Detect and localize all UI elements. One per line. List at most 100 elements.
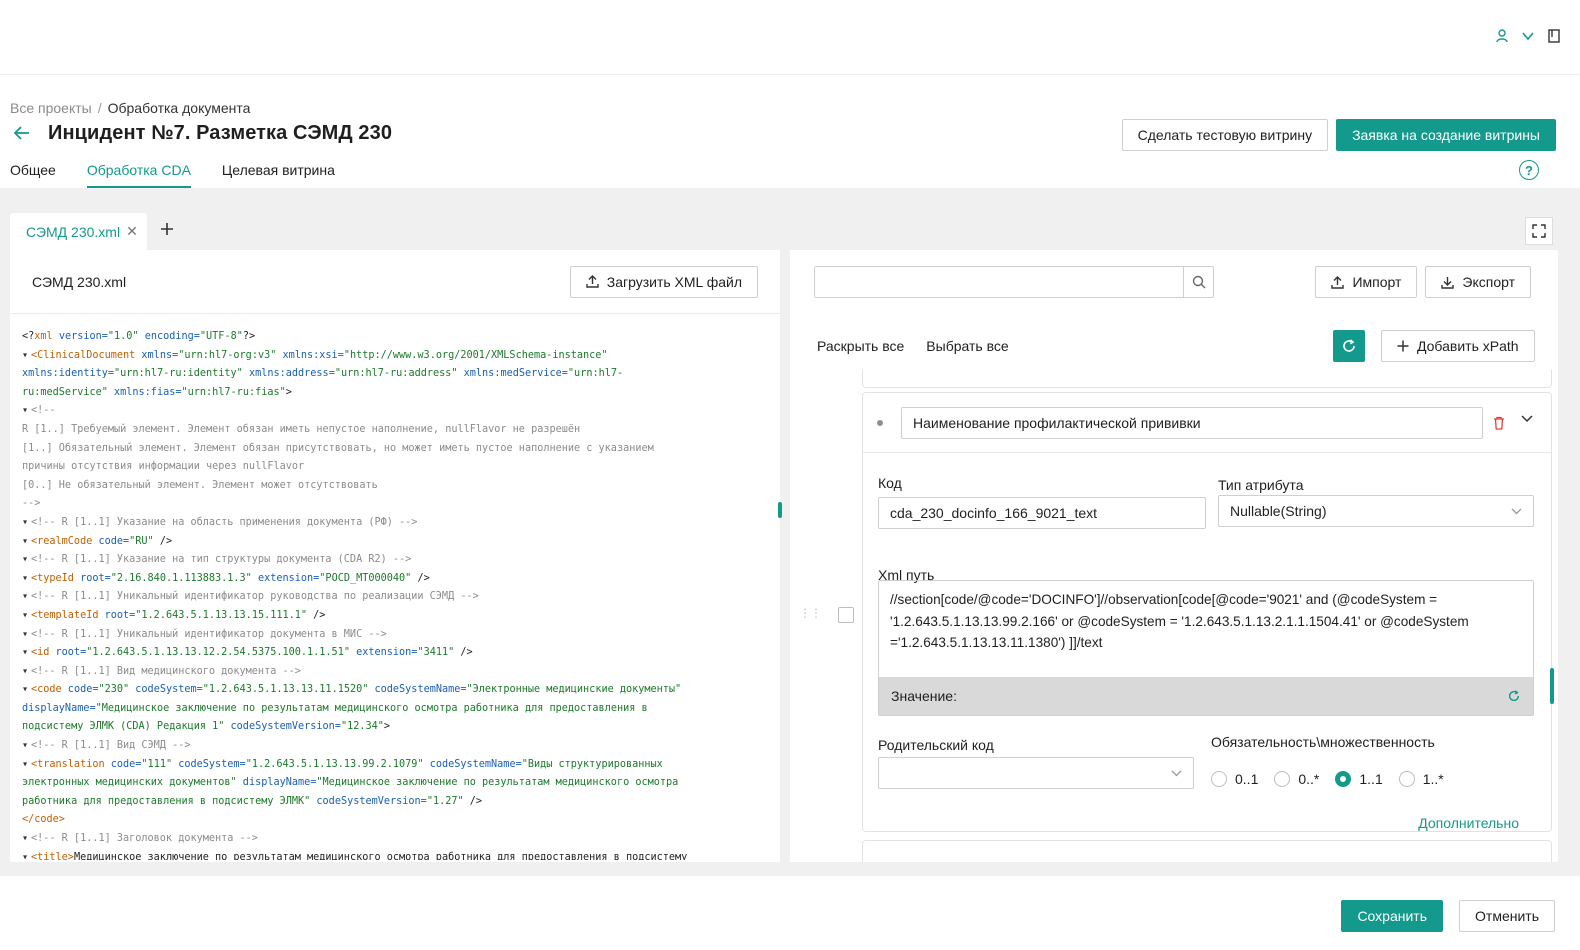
multiplicity-radio-group: 0..1 0..* 1..1 1..* <box>1211 771 1444 787</box>
xml-token: displayName= <box>236 777 317 789</box>
xml-token: </code> <box>22 814 65 826</box>
xml-token: ru:medService" <box>22 386 108 398</box>
xml-token: /> <box>454 647 473 659</box>
radio-1-1[interactable]: 1..1 <box>1335 771 1383 787</box>
xml-token: extension= <box>251 572 320 584</box>
xml-token: <realmCode <box>31 535 93 547</box>
xpath-name-input[interactable]: Наименование профилактической прививки <box>901 406 1483 439</box>
xml-code-line: ▾ <!-- R [1..1] Уникальный идентификатор … <box>22 626 762 645</box>
collapse-toggle-icon[interactable]: ▾ <box>22 849 31 860</box>
chevron-down-icon[interactable] <box>1520 28 1536 44</box>
breadcrumb-root-link[interactable]: Все проекты <box>10 100 92 116</box>
xml-code-line: ▾ <title>Медицинское заключение по резуль… <box>22 849 762 860</box>
collapse-toggle-icon[interactable]: ▾ <box>22 570 31 589</box>
xml-token: /> <box>463 795 483 807</box>
collapse-toggle-icon[interactable]: ▾ <box>22 514 31 533</box>
collapse-toggle-icon[interactable]: ▾ <box>22 551 31 570</box>
import-button[interactable]: Импорт <box>1315 266 1418 298</box>
collapse-toggle-icon[interactable]: ▾ <box>22 402 31 421</box>
request-showcase-button[interactable]: Заявка на создание витрины <box>1336 119 1556 151</box>
select-all-link[interactable]: Выбрать все <box>926 338 1008 354</box>
radio-0-many[interactable]: 0..* <box>1274 771 1319 787</box>
collapse-toggle-icon[interactable]: ▾ <box>22 626 31 645</box>
xml-panel: СЭМД 230.xml Загрузить XML файл <?xml ve… <box>10 250 780 862</box>
attribute-type-select[interactable]: Nullable(String) <box>1218 495 1534 527</box>
radio-0-1[interactable]: 0..1 <box>1211 771 1258 787</box>
collapse-toggle-icon[interactable]: ▾ <box>22 681 31 700</box>
export-button[interactable]: Экспорт <box>1425 266 1531 298</box>
drag-handle-icon[interactable]: ⋮⋮ <box>799 606 822 620</box>
row-checkbox[interactable] <box>838 607 854 623</box>
collapse-toggle-icon[interactable]: ▾ <box>22 830 31 849</box>
xpath-card: Наименование профилактической прививки К… <box>862 392 1552 832</box>
breadcrumb: Все проекты / Обработка документа <box>10 100 250 116</box>
xml-token: "urn:hl7-org:v3" <box>178 349 277 361</box>
tab-general[interactable]: Общее <box>10 162 56 188</box>
export-label: Экспорт <box>1462 274 1515 290</box>
xml-token: /> <box>411 572 430 584</box>
xpath-scrollbar[interactable] <box>1550 668 1554 704</box>
user-icon[interactable] <box>1494 28 1510 44</box>
page-tabs: Общее Обработка CDA Целевая витрина <box>10 162 335 188</box>
xml-code-line: <?xml version="1.0" encoding="UTF-8"?> <box>22 328 762 347</box>
trash-icon[interactable] <box>1493 416 1505 430</box>
xml-code-line: --> <box>22 495 762 514</box>
upload-xml-button[interactable]: Загрузить XML файл <box>569 265 758 298</box>
collapse-toggle-icon[interactable]: ▾ <box>22 607 31 626</box>
xml-token: <!-- R [1..1] Уникальный идентификатор р… <box>31 591 479 603</box>
xml-token: codeSystem= <box>172 758 246 770</box>
collapse-toggle-icon[interactable]: ▾ <box>22 588 31 607</box>
xml-token: <title> <box>31 851 74 860</box>
file-tab[interactable]: СЭМД 230.xml ✕ <box>10 213 147 250</box>
xml-token: "1.27" <box>426 795 464 807</box>
collapse-toggle-icon[interactable]: ▾ <box>22 347 31 366</box>
xml-token: "UTF-8" <box>199 331 243 342</box>
collapse-toggle-icon[interactable]: ▾ <box>22 533 31 552</box>
previous-xpath-card <box>862 370 1552 388</box>
parent-code-select[interactable] <box>878 757 1194 789</box>
search-box <box>814 266 1214 298</box>
collapse-toggle-icon[interactable]: ▾ <box>22 737 31 756</box>
test-showcase-button[interactable]: Сделать тестовую витрину <box>1121 119 1329 151</box>
add-tab-icon[interactable] <box>160 219 174 242</box>
radio-label: 0..1 <box>1235 771 1259 787</box>
cancel-button[interactable]: Отменить <box>1459 900 1555 932</box>
refresh-button[interactable] <box>1333 330 1365 362</box>
refresh-icon[interactable] <box>1507 689 1521 703</box>
search-icon[interactable] <box>1183 267 1213 297</box>
xml-path-input[interactable]: //section[code/@code='DOCINFO']//observa… <box>879 581 1533 677</box>
xml-token: "3411" <box>417 647 455 659</box>
xml-code-line: работника для предоставления в подсистем… <box>22 793 762 812</box>
collapse-toggle-icon[interactable]: ▾ <box>22 644 31 663</box>
code-input[interactable]: cda_230_docinfo_166_9021_text <box>878 497 1206 529</box>
help-icon[interactable]: ? <box>1519 160 1539 180</box>
close-icon[interactable]: ✕ <box>126 223 138 240</box>
add-xpath-button[interactable]: Добавить xPath <box>1381 330 1535 362</box>
attribute-type-label: Тип атрибута <box>1218 477 1304 493</box>
collapse-toggle-icon[interactable]: ▾ <box>22 663 31 682</box>
value-row: Значение: <box>879 677 1533 715</box>
xml-scrollbar[interactable] <box>778 502 782 518</box>
more-link[interactable]: Дополнительно <box>1418 815 1519 831</box>
save-button[interactable]: Сохранить <box>1341 900 1444 932</box>
fullscreen-icon[interactable] <box>1525 217 1553 245</box>
xml-code-view[interactable]: <?xml version="1.0" encoding="UTF-8"?> ▾ <… <box>22 328 762 860</box>
back-arrow-icon[interactable] <box>13 124 30 144</box>
tab-target-showcase[interactable]: Целевая витрина <box>222 162 335 188</box>
chevron-down-icon[interactable] <box>1521 414 1533 423</box>
radio-1-many[interactable]: 1..* <box>1398 771 1444 787</box>
book-icon[interactable] <box>1546 28 1562 44</box>
xml-code-line: ▾ <code code="230" codeSystem="1.2.643.5.… <box>22 681 762 700</box>
xml-token: "http://www.w3.org/2001/XMLSchema-instan… <box>343 349 608 361</box>
xml-token: [1..] Обязательный элемент. Элемент обяз… <box>22 442 654 454</box>
top-bar-icons <box>1494 28 1562 44</box>
expand-all-link[interactable]: Раскрыть все <box>817 338 904 354</box>
xml-code-line: ▾ <!-- R [1..1] Вид медицинского документ… <box>22 663 762 682</box>
xml-token: displayName= <box>22 702 96 714</box>
xml-code-line: ▾ <realmCode code="RU" /> <box>22 533 762 552</box>
xml-token: /> <box>153 535 173 547</box>
search-input[interactable] <box>815 267 1175 297</box>
chevron-down-icon <box>1171 770 1182 777</box>
tab-cda-processing[interactable]: Обработка CDA <box>86 162 191 188</box>
collapse-toggle-icon[interactable]: ▾ <box>22 756 31 775</box>
